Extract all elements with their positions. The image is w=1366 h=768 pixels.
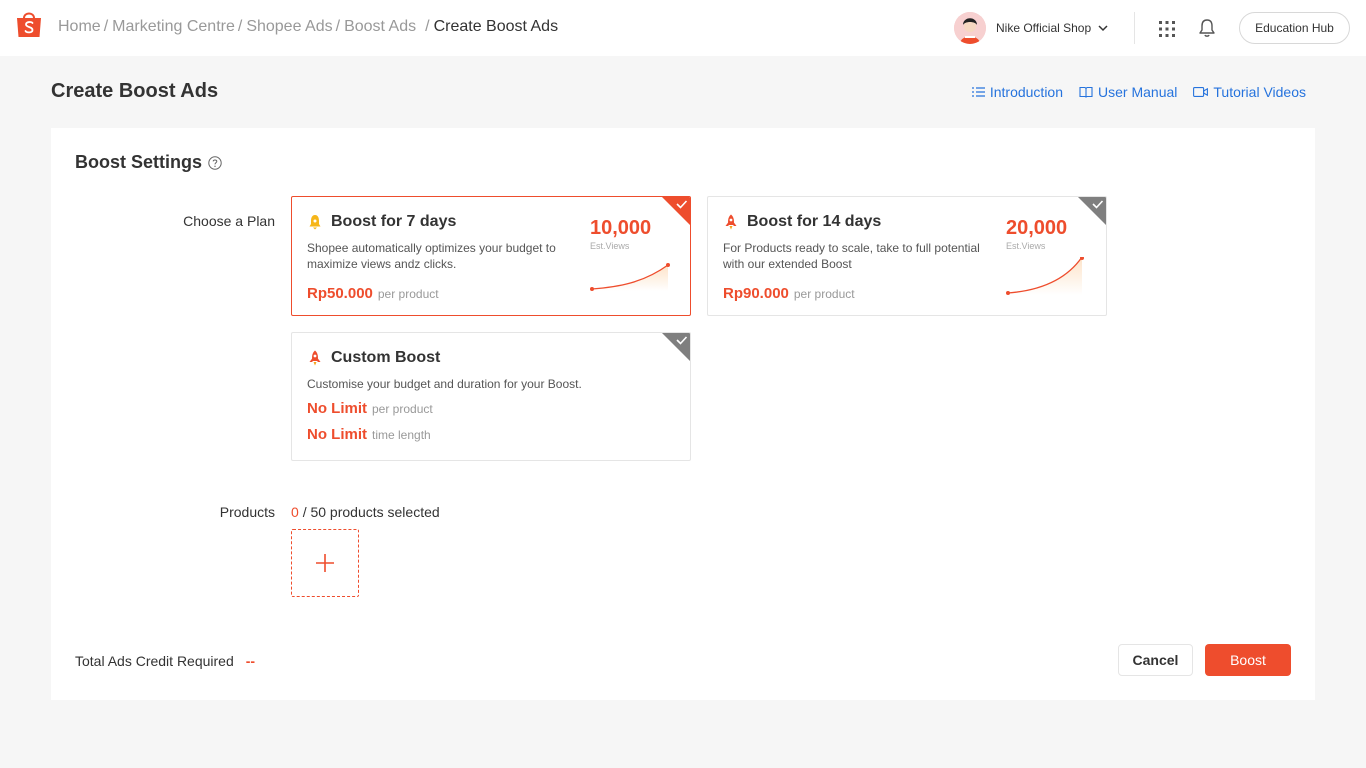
est-views-value: 10,000 bbox=[590, 217, 652, 239]
custom-duration-row: No Limit time length bbox=[307, 426, 431, 443]
est-views-label: Est.Views bbox=[1006, 241, 1046, 251]
plus-icon bbox=[316, 554, 334, 572]
boost-settings-card: Boost Settings Choose a Plan Boost for 7… bbox=[51, 128, 1315, 700]
user-manual-link[interactable]: User Manual bbox=[1079, 84, 1177, 100]
chevron-down-icon bbox=[1098, 25, 1108, 32]
plan-price: Rp50.000 bbox=[307, 285, 373, 302]
plan-price-unit: per product bbox=[793, 287, 855, 301]
boost-settings-title: Boost Settings bbox=[75, 152, 203, 172]
plan-description: Customise your budget and duration for y… bbox=[307, 377, 582, 391]
shop-switcher[interactable]: Nike Official Shop bbox=[954, 12, 1109, 44]
breadcrumb: Home / Marketing Centre / Shopee Ads / Boost A… bbox=[58, 18, 558, 36]
products-max-text: / 50 products selected bbox=[302, 504, 440, 520]
breadcrumb-shopee-ads[interactable]: Shopee Ads bbox=[246, 18, 332, 36]
page-title: Create Boost Ads bbox=[51, 80, 219, 102]
bell-icon[interactable] bbox=[1198, 18, 1216, 38]
custom-duration-value: No Limit bbox=[307, 426, 367, 443]
bell-rocket-icon bbox=[309, 215, 321, 230]
custom-duration-unit: time length bbox=[372, 428, 431, 442]
breadcrumb-separator: / bbox=[335, 18, 341, 35]
plan-description: For Products ready to scale, take to ful… bbox=[723, 241, 980, 271]
plan-7-days[interactable]: Boost for 7 days Shopee automatically op… bbox=[291, 196, 691, 316]
custom-budget-unit: per product bbox=[372, 402, 433, 416]
breadcrumb-separator: / bbox=[425, 18, 430, 35]
section-title: Boost Settings bbox=[75, 152, 222, 173]
unselected-check-icon bbox=[1078, 197, 1106, 225]
growth-trend-icon bbox=[1006, 257, 1084, 295]
est-views: 10,000 Est.Views bbox=[590, 217, 651, 251]
plan-price: Rp90.000 bbox=[723, 285, 789, 302]
plan-title: Boost for 7 days bbox=[331, 213, 457, 230]
cancel-button[interactable]: Cancel bbox=[1118, 644, 1193, 676]
avatar bbox=[954, 12, 986, 44]
total-ads-credit: Total Ads Credit Required -- bbox=[75, 653, 255, 669]
introduction-label: Introduction bbox=[989, 84, 1064, 100]
total-credit-label: Total Ads Credit Required bbox=[75, 653, 234, 669]
plan-title: Boost for 14 days bbox=[747, 213, 882, 230]
custom-budget-value: No Limit bbox=[307, 400, 367, 417]
help-links: Introduction User Manual Tutorial Videos bbox=[956, 84, 1306, 100]
list-icon bbox=[971, 87, 985, 97]
products-label: Products bbox=[219, 504, 275, 520]
est-views-value: 20,000 bbox=[1006, 217, 1068, 239]
video-icon bbox=[1193, 87, 1209, 97]
breadcrumb-separator: / bbox=[237, 18, 243, 35]
plan-price-row: Rp50.000 per product bbox=[307, 285, 439, 302]
plan-price-row: Rp90.000 per product bbox=[723, 285, 855, 302]
unselected-check-icon bbox=[662, 333, 690, 361]
total-credit-value: -- bbox=[245, 653, 256, 669]
products-selected-number: 0 bbox=[291, 504, 299, 520]
add-product-button[interactable] bbox=[291, 529, 359, 597]
breadcrumb-home[interactable]: Home bbox=[58, 18, 101, 36]
rocket-icon bbox=[309, 350, 321, 366]
est-views: 20,000 Est.Views bbox=[1006, 217, 1067, 251]
rocket-icon bbox=[725, 214, 737, 230]
custom-budget-row: No Limit per product bbox=[307, 400, 433, 417]
book-icon bbox=[1079, 86, 1093, 98]
plan-header: Boost for 7 days bbox=[307, 213, 456, 231]
help-circle-icon[interactable] bbox=[208, 155, 222, 170]
boost-button[interactable]: Boost bbox=[1205, 644, 1291, 676]
breadcrumb-marketing-centre[interactable]: Marketing Centre bbox=[112, 18, 235, 36]
top-bar: Home / Marketing Centre / Shopee Ads / Boost A… bbox=[0, 0, 1366, 56]
introduction-link[interactable]: Introduction bbox=[971, 84, 1064, 100]
plan-price-unit: per product bbox=[377, 287, 439, 301]
choose-plan-label: Choose a Plan bbox=[183, 213, 275, 229]
user-manual-label: User Manual bbox=[1098, 84, 1178, 100]
products-selected-count: 0 / 50 products selected bbox=[291, 504, 440, 520]
shop-name: Nike Official Shop bbox=[996, 21, 1092, 35]
shopee-logo-icon[interactable] bbox=[16, 10, 42, 38]
tutorial-videos-link[interactable]: Tutorial Videos bbox=[1193, 84, 1306, 100]
plan-14-days[interactable]: Boost for 14 days For Products ready to … bbox=[707, 196, 1107, 316]
education-hub-button[interactable]: Education Hub bbox=[1239, 12, 1350, 44]
breadcrumb-current: Create Boost Ads bbox=[433, 18, 559, 35]
plan-header: Boost for 14 days bbox=[723, 213, 881, 231]
breadcrumb-separator: / bbox=[103, 18, 109, 35]
tutorial-videos-label: Tutorial Videos bbox=[1213, 84, 1306, 100]
header-divider bbox=[1134, 12, 1135, 44]
growth-trend-icon bbox=[590, 263, 670, 291]
selected-check-icon bbox=[662, 197, 690, 225]
est-views-label: Est.Views bbox=[590, 241, 630, 251]
apps-grid-icon[interactable] bbox=[1158, 20, 1176, 38]
plan-description: Shopee automatically optimizes your budg… bbox=[307, 241, 556, 271]
breadcrumb-boost-ads[interactable]: Boost Ads bbox=[344, 18, 416, 36]
plan-header: Custom Boost bbox=[307, 349, 440, 367]
plan-custom-boost[interactable]: Custom Boost Customise your budget and d… bbox=[291, 332, 691, 461]
plan-title: Custom Boost bbox=[331, 349, 441, 366]
